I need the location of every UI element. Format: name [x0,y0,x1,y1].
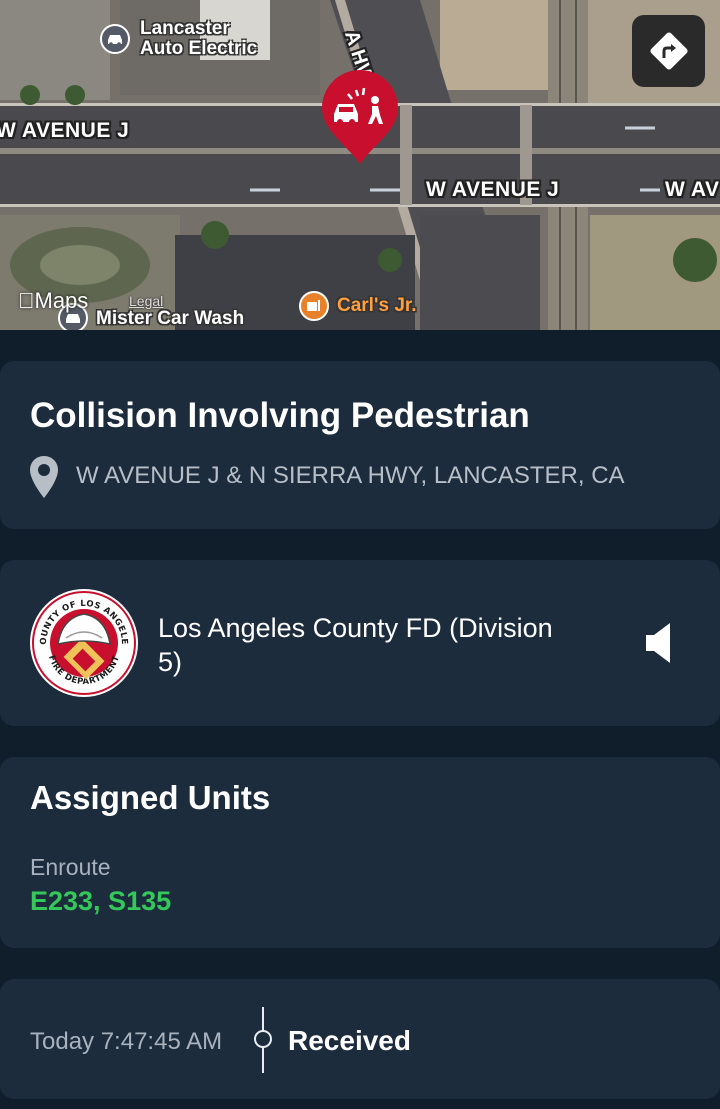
map-street-label-avenue-j-left: W AVENUE J [0,119,130,142]
maps-brand-label: Maps [18,288,89,313]
poi-label-carls-jr[interactable]: Carl's Jr. [337,296,417,316]
directions-button[interactable] [632,15,705,87]
enroute-units: E233, S135 [30,886,172,916]
incident-title: Collision Involving Pedestrian [30,396,530,435]
agency-name: Los Angeles County FD (Division 5) [158,613,553,677]
speaker-icon[interactable] [642,620,678,666]
timeline-status: Received [288,1025,411,1056]
timeline-node [254,1030,272,1048]
enroute-label: Enroute [30,854,111,880]
maps-attribution: Maps [18,288,88,314]
directions-icon [649,32,688,70]
restaurant-icon[interactable] [299,291,329,321]
agency-logo: COUNTY OF LOS ANGELES FIRE DEPARTMENT [28,588,138,697]
timeline-time: Today 7:47:45 AM [30,1028,223,1055]
assigned-units-heading: Assigned Units [30,779,271,816]
location-pin-icon [30,456,58,498]
poi-label-auto-electric-line1[interactable]: Lancaster [140,19,230,39]
car-pedestrian-collision-icon[interactable] [320,68,400,166]
incident-map[interactable]: W AVENUE J W AVENUE J W AV A HWY Lancast… [0,0,720,330]
map-street-label-avenue-j-far-right: W AV [665,178,720,201]
poi-label-auto-electric-line2[interactable]: Auto Electric [140,39,257,59]
legal-link[interactable]: Legal [129,293,163,309]
car-service-icon[interactable] [100,24,130,54]
poi-label-car-wash[interactable]: Mister Car Wash [96,309,244,329]
incident-card [0,361,720,529]
incident-location[interactable]: W AVENUE J & N SIERRA HWY, LANCASTER, CA [76,462,625,490]
map-street-label-avenue-j-right: W AVENUE J [426,178,560,201]
